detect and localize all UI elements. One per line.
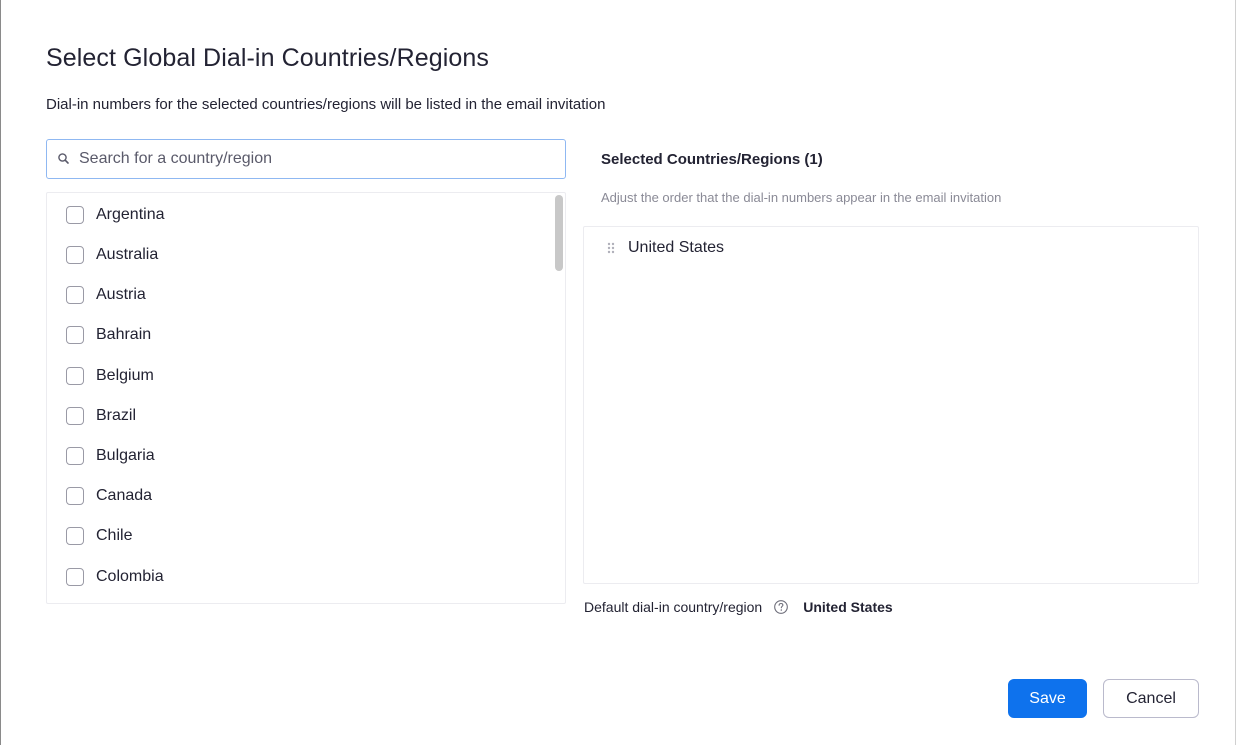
scrollbar[interactable]	[555, 195, 563, 601]
country-label: Brazil	[96, 407, 137, 424]
list-item-canada[interactable]: Canada	[47, 476, 547, 516]
selected-item-label: United States	[628, 239, 725, 256]
list-item-brazil[interactable]: Brazil	[47, 396, 547, 436]
help-circle-icon[interactable]	[773, 599, 789, 615]
scrollbar-thumb[interactable]	[555, 195, 563, 271]
country-label: Austria	[96, 286, 146, 303]
checkbox[interactable]	[66, 527, 84, 545]
country-label: Bahrain	[96, 326, 152, 343]
default-region-value[interactable]: United States	[803, 599, 892, 615]
selected-list: United States	[583, 226, 1199, 584]
checkbox[interactable]	[66, 447, 84, 465]
default-region-row: Default dial-in country/region United St…	[584, 597, 893, 617]
country-list[interactable]: Argentina Australia Austria Bahrain Belg…	[46, 192, 566, 604]
list-item-belgium[interactable]: Belgium	[47, 356, 547, 396]
country-label: Chile	[96, 527, 133, 544]
selected-item-united-states[interactable]: United States	[606, 237, 724, 259]
dialog-title: Select Global Dial-in Countries/Regions	[46, 44, 489, 72]
save-button[interactable]: Save	[1008, 679, 1087, 718]
country-label: Colombia	[96, 568, 164, 585]
checkbox[interactable]	[66, 286, 84, 304]
list-item-colombia[interactable]: Colombia	[47, 557, 547, 597]
country-label: Australia	[96, 246, 159, 263]
search-icon	[57, 152, 71, 166]
selected-hint: Adjust the order that the dial-in number…	[601, 190, 1002, 205]
list-item-chile[interactable]: Chile	[47, 516, 547, 556]
dial-in-dialog: Select Global Dial-in Countries/Regions …	[0, 0, 1236, 745]
list-item-bulgaria[interactable]: Bulgaria	[47, 436, 547, 476]
country-label: Bulgaria	[96, 447, 155, 464]
dialog-subtitle: Dial-in numbers for the selected countri…	[46, 96, 606, 113]
country-label: Argentina	[96, 206, 165, 223]
checkbox[interactable]	[66, 487, 84, 505]
country-label: Belgium	[96, 367, 154, 384]
list-item-bahrain[interactable]: Bahrain	[47, 315, 547, 355]
search-field[interactable]	[46, 139, 566, 179]
cancel-button[interactable]: Cancel	[1103, 679, 1199, 718]
checkbox[interactable]	[66, 407, 84, 425]
list-item-australia[interactable]: Australia	[47, 235, 547, 275]
default-region-label: Default dial-in country/region	[584, 599, 763, 615]
selected-heading: Selected Countries/Regions (1)	[601, 151, 823, 168]
drag-handle-icon[interactable]	[606, 241, 616, 255]
checkbox[interactable]	[66, 326, 84, 344]
checkbox[interactable]	[66, 568, 84, 586]
checkbox[interactable]	[66, 367, 84, 385]
checkbox[interactable]	[66, 206, 84, 224]
list-item-austria[interactable]: Austria	[47, 275, 547, 315]
checkbox[interactable]	[66, 246, 84, 264]
list-item-argentina[interactable]: Argentina	[47, 195, 547, 235]
search-input[interactable]	[79, 150, 559, 168]
country-label: Canada	[96, 487, 153, 504]
